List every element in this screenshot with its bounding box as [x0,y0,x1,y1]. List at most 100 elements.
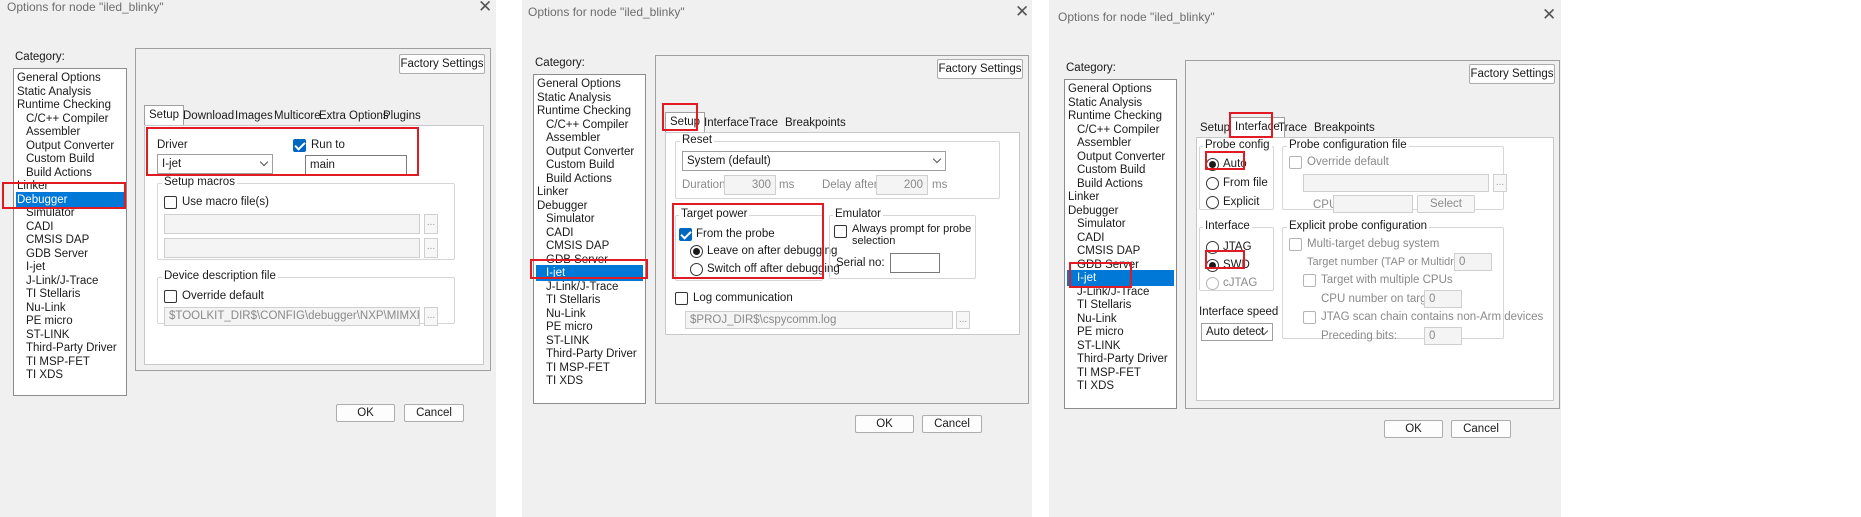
category-list[interactable]: General Options Static Analysis Runtime Ch… [533,74,646,404]
use-macro-checkbox[interactable] [164,196,177,209]
auto-radio[interactable] [1206,158,1219,171]
delay-unit: ms [932,179,948,191]
category-list[interactable]: General Options Static Analysis Runtime Ch… [13,68,127,396]
interface-speed-value: Auto detect [1206,326,1265,338]
reset-title: Reset [680,134,715,146]
explicit-probe-title: Explicit probe configuration [1287,220,1430,232]
cancel-button[interactable]: Cancel [922,415,982,433]
category-label: Category: [15,51,65,63]
tab-download[interactable]: Download [179,107,238,127]
probe-config-group: Probe config Auto From file Explicit [1199,139,1274,210]
jtag-radio[interactable] [1206,241,1219,254]
jtag-label: JTAG [1223,241,1252,253]
delay-label: Delay after: [822,179,881,191]
device-description-title: Device description file [162,270,278,282]
close-icon[interactable]: ✕ [478,0,492,15]
switch-off-label: Switch off after debugging [707,263,840,275]
run-to-label: Run to [311,139,345,151]
browse-button[interactable]: ... [424,238,438,258]
tab-trace[interactable]: Trace [745,114,782,134]
factory-settings-button[interactable]: Factory Settings [1469,64,1555,84]
browse-button[interactable]: ... [956,311,970,329]
tab-trace[interactable]: Trace [1274,119,1311,139]
device-description-group: Device description file Override default… [157,270,455,326]
select-button: Select [1417,195,1475,213]
always-prompt-checkbox[interactable] [834,225,847,238]
category-item[interactable]: TI XDS [16,367,124,383]
cjtag-radio [1206,277,1219,290]
from-file-label: From file [1223,177,1268,189]
interface-speed-combo[interactable]: Auto detect [1201,323,1273,341]
device-file-input: $TOOLKIT_DIR$\CONFIG\debugger\NXP\MIMXRT… [164,307,420,326]
target-power-title: Target power [679,208,750,220]
from-file-radio[interactable] [1206,177,1219,190]
browse-button[interactable]: ... [424,307,438,326]
explicit-radio[interactable] [1206,196,1219,209]
multi-target-checkbox [1289,238,1302,251]
probe-file-input [1303,174,1489,192]
factory-settings-button[interactable]: Factory Settings [937,59,1023,79]
override-default-checkbox[interactable] [164,290,177,303]
category-item[interactable]: TI XDS [1067,378,1174,394]
close-icon[interactable]: ✕ [1015,3,1029,20]
browse-button[interactable]: ... [424,214,438,234]
log-communication-label: Log communication [693,292,793,304]
cancel-button[interactable]: Cancel [404,404,464,422]
run-to-checkbox[interactable] [293,139,306,152]
macro-file-input-1 [164,214,420,234]
reset-combo[interactable]: System (default) [682,151,946,171]
serial-input[interactable] [890,253,940,273]
category-list[interactable]: General Options Static Analysis Runtime Ch… [1064,79,1177,409]
probe-file-group: Probe configuration file Override defaul… [1282,139,1507,213]
log-communication-checkbox[interactable] [675,292,688,305]
ok-button[interactable]: OK [855,415,914,433]
override-default-checkbox [1289,156,1302,169]
target-number-input: 0 [1454,253,1492,271]
probe-file-title: Probe configuration file [1287,139,1409,151]
tab-plugins[interactable]: Plugins [379,107,425,127]
cpu-input [1333,195,1413,213]
tab-breakpoints[interactable]: Breakpoints [1310,119,1379,139]
tab-breakpoints[interactable]: Breakpoints [781,114,850,134]
swd-radio[interactable] [1206,259,1219,272]
ok-button[interactable]: OK [336,404,395,422]
from-probe-checkbox[interactable] [679,228,692,241]
run-to-input[interactable]: main [305,155,407,175]
dialog-title: Options for node "iled_blinky" [7,0,164,14]
reset-group: Reset System (default) Duration: 300 ms … [675,134,1000,199]
driver-label: Driver [157,139,188,151]
category-item[interactable]: TI XDS [536,373,643,389]
setup-tab-page: Driver I-jet Run to main Setup macros Us… [144,125,484,365]
delay-input: 200 [876,175,928,195]
duration-unit: ms [779,179,795,191]
switch-off-radio[interactable] [690,263,703,276]
options-dialog-ijet-interface: Options for node "iled_blinky" ✕ Categor… [1049,0,1561,517]
reset-value: System (default) [687,155,771,167]
probe-config-title: Probe config [1203,139,1272,151]
options-dialog-ijet-setup: Options for node "iled_blinky" ✕ Categor… [522,0,1032,517]
always-prompt-label-2: selection [852,235,896,247]
ok-button[interactable]: OK [1384,420,1443,438]
auto-label: Auto [1223,158,1247,170]
tab-setup[interactable]: Setup [1196,119,1234,139]
setup-macros-title: Setup macros [162,176,237,188]
close-icon[interactable]: ✕ [1542,6,1556,23]
interface-title: Interface [1203,220,1252,232]
preceding-bits-input: 0 [1424,327,1462,345]
options-pane: Factory Settings Setup Interface Trace B… [655,55,1029,404]
multi-cpu-checkbox [1303,274,1316,287]
chevron-down-icon [932,154,942,164]
multi-cpu-label: Target with multiple CPUs [1321,274,1453,286]
driver-combo[interactable]: I-jet [157,154,273,174]
multi-target-label: Multi-target debug system [1307,238,1440,250]
override-default-label: Override default [182,290,264,302]
serial-label: Serial no: [836,257,885,269]
factory-settings-button[interactable]: Factory Settings [399,54,485,74]
macro-file-input-2 [164,238,420,258]
cancel-button[interactable]: Cancel [1451,420,1511,438]
options-dialog-debugger: Options for node "iled_blinky" ✕ Categor… [0,0,496,517]
leave-on-radio[interactable] [690,245,703,258]
log-file-input: $PROJ_DIR$\cspycomm.log [685,311,953,329]
override-default-label: Override default [1307,156,1389,168]
setup-tab-page: Reset System (default) Duration: 300 ms … [665,132,1020,335]
